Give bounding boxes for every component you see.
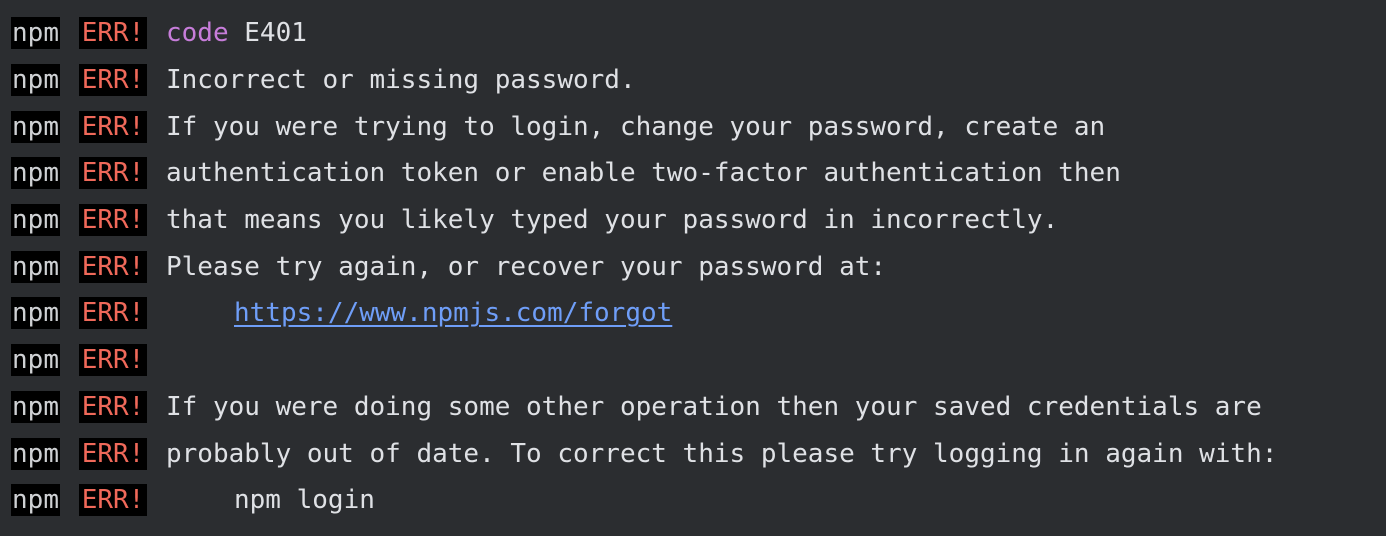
npm-prefix: npm: [11, 17, 60, 50]
log-lines: npm ERR! code E401 npm ERR! Incorrect or…: [0, 10, 1386, 524]
log-line: npm ERR! Please try again, or recover yo…: [0, 243, 1386, 290]
log-message: code E401: [166, 18, 307, 48]
npm-prefix: npm: [11, 110, 60, 143]
log-line: npm ERR! code E401: [0, 10, 1386, 57]
err-prefix: ERR!: [79, 204, 147, 237]
npm-prefix: npm: [11, 344, 60, 377]
err-prefix: ERR!: [79, 297, 147, 330]
err-prefix: ERR!: [79, 157, 147, 190]
log-message: that means you likely typed your passwor…: [166, 205, 1059, 236]
npm-prefix: npm: [11, 204, 60, 237]
log-line: npm ERR!: [0, 337, 1386, 384]
err-prefix: ERR!: [79, 484, 147, 517]
log-message: If you were trying to login, change your…: [166, 111, 1106, 142]
npm-prefix: npm: [11, 437, 60, 470]
err-prefix: ERR!: [79, 344, 147, 377]
err-prefix: ERR!: [79, 250, 147, 283]
log-message: https://www.npmjs.com/forgot: [166, 298, 672, 328]
terminal-output: npm ERR! code E401 npm ERR! Incorrect or…: [0, 0, 1386, 536]
log-message: Incorrect or missing password.: [166, 65, 636, 96]
log-message: authentication token or enable two-facto…: [166, 158, 1121, 189]
err-prefix: ERR!: [79, 110, 147, 143]
err-prefix: ERR!: [79, 17, 147, 50]
log-message: probably out of date. To correct this pl…: [166, 438, 1278, 469]
err-prefix: ERR!: [79, 437, 147, 470]
npm-prefix: npm: [11, 64, 60, 97]
log-line: npm ERR! https://www.npmjs.com/forgot: [0, 290, 1386, 337]
code-keyword: code: [166, 18, 229, 49]
forgot-password-link[interactable]: https://www.npmjs.com/forgot: [234, 298, 672, 328]
npm-prefix: npm: [11, 390, 60, 423]
log-line: npm ERR! npm login: [0, 477, 1386, 524]
log-line: npm ERR! Incorrect or missing password.: [0, 57, 1386, 104]
log-line: npm ERR! If you were trying to login, ch…: [0, 103, 1386, 150]
login-command: npm login: [234, 485, 375, 516]
log-line: npm ERR! that means you likely typed you…: [0, 197, 1386, 244]
npm-prefix: npm: [11, 250, 60, 283]
npm-prefix: npm: [11, 157, 60, 190]
log-message: If you were doing some other operation t…: [166, 391, 1262, 422]
log-line: npm ERR! authentication token or enable …: [0, 150, 1386, 197]
log-message: Please try again, or recover your passwo…: [166, 251, 887, 282]
err-prefix: ERR!: [79, 64, 147, 97]
npm-prefix: npm: [11, 484, 60, 517]
err-prefix: ERR!: [79, 390, 147, 423]
log-line: npm ERR! probably out of date. To correc…: [0, 430, 1386, 477]
npm-prefix: npm: [11, 297, 60, 330]
log-line: npm ERR! If you were doing some other op…: [0, 384, 1386, 431]
error-code: E401: [228, 18, 307, 49]
